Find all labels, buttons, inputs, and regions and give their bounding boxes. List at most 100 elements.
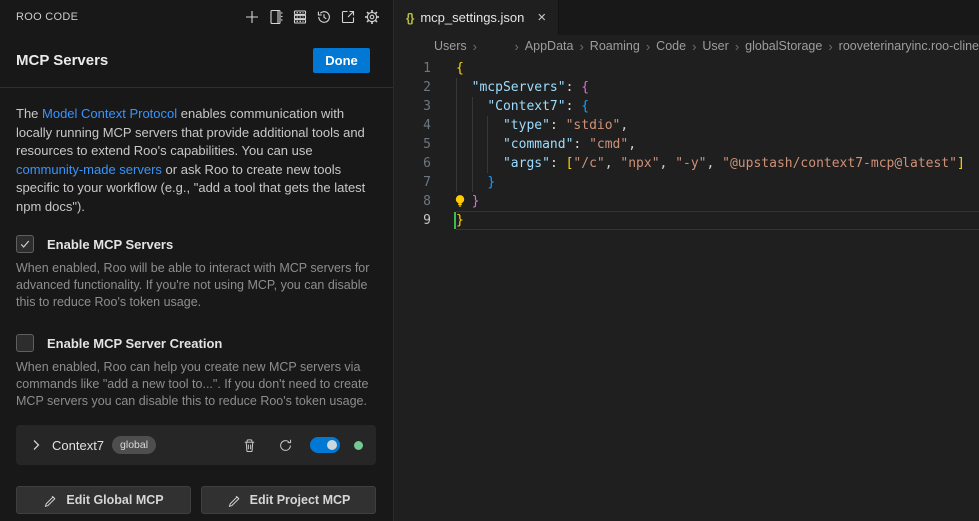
chevron-right-icon[interactable]	[28, 437, 44, 453]
breadcrumb-separator-icon: ›	[646, 39, 650, 54]
code-line[interactable]: 2 "mcpServers": {	[394, 78, 979, 97]
indent-guide	[487, 116, 488, 135]
breadcrumb-item[interactable]: Users	[434, 39, 467, 53]
enable-mcp-creation-label: Enable MCP Server Creation	[47, 336, 222, 351]
breadcrumb-item[interactable]: User	[702, 39, 728, 53]
edit-global-mcp-button[interactable]: Edit Global MCP	[16, 486, 191, 514]
code-token: ,	[628, 137, 636, 152]
enable-mcp-creation-checkbox[interactable]	[16, 334, 34, 352]
code-token	[456, 80, 472, 95]
code-token	[456, 118, 503, 133]
indent-guide	[472, 173, 473, 192]
editor-group: {} mcp_settings.json × Users › › AppData › Ro…	[394, 0, 979, 521]
history-icon[interactable]	[316, 9, 332, 25]
code-token: }	[472, 194, 480, 209]
code-line[interactable]: 1{	[394, 59, 979, 78]
line-number[interactable]: 4	[394, 116, 431, 135]
lightbulb-icon[interactable]	[452, 193, 468, 209]
breadcrumb-item[interactable]: globalStorage	[745, 39, 822, 53]
line-number[interactable]: 5	[394, 135, 431, 154]
edit-project-mcp-button[interactable]: Edit Project MCP	[201, 486, 376, 514]
mcp-servers-icon[interactable]	[292, 9, 308, 25]
code-token: ]	[957, 156, 965, 171]
restart-server-icon[interactable]	[278, 438, 293, 453]
code-token: :	[550, 156, 566, 171]
tab-title: mcp_settings.json	[420, 10, 524, 25]
code-line[interactable]: 3 "Context7": {	[394, 97, 979, 116]
open-external-icon[interactable]	[340, 9, 356, 25]
breadcrumb-item[interactable]: Code	[656, 39, 686, 53]
panel-title: ROO CODE	[16, 11, 78, 23]
enable-mcp-creation-row: Enable MCP Server Creation	[16, 334, 376, 352]
line-number[interactable]: 1	[394, 59, 431, 78]
plus-icon[interactable]	[244, 9, 260, 25]
line-number[interactable]: 3	[394, 97, 431, 116]
description-text: The	[16, 106, 42, 121]
code-token: "npx"	[620, 156, 659, 171]
breadcrumb: Users››AppData›Roaming›Code›User›globalS…	[394, 35, 979, 57]
enable-mcp-servers-checkbox[interactable]	[16, 235, 34, 253]
server-enabled-toggle[interactable]	[310, 437, 340, 453]
code-token: "command"	[503, 137, 573, 152]
roo-code-panel: ROO CODE MCP Servers Done	[0, 0, 394, 521]
indent-guide	[456, 154, 457, 173]
breadcrumb-separator-icon: ›	[828, 39, 832, 54]
indent-guide	[456, 97, 457, 116]
indent-guide	[472, 116, 473, 135]
page-title: MCP Servers	[16, 52, 108, 69]
edit-global-mcp-label: Edit Global MCP	[66, 493, 163, 507]
server-row-context7[interactable]: Context7 global	[16, 425, 376, 465]
code-line[interactable]: 4 "type": "stdio",	[394, 116, 979, 135]
code-line[interactable]: 5 "command": "cmd",	[394, 135, 979, 154]
breadcrumb-item[interactable]: AppData	[525, 39, 574, 53]
code-line[interactable]: 8 }	[394, 192, 979, 211]
code-token: {	[581, 99, 589, 114]
code-token: :	[566, 80, 582, 95]
code-token: "mcpServers"	[472, 80, 566, 95]
line-number[interactable]: 8	[394, 192, 431, 211]
code-editor[interactable]: 1{2 "mcpServers": {3 "Context7": {4 "typ…	[394, 57, 979, 230]
close-tab-icon[interactable]: ×	[537, 9, 546, 26]
code-token: "@upstash/context7-mcp@latest"	[722, 156, 957, 171]
app-window: ROO CODE MCP Servers Done	[0, 0, 979, 521]
code-token: ,	[660, 156, 676, 171]
code-token: {	[456, 61, 464, 76]
community-made-servers-link[interactable]: community-made servers	[16, 162, 162, 177]
notebook-icon[interactable]	[268, 9, 284, 25]
edit-project-mcp-label: Edit Project MCP	[250, 493, 351, 507]
delete-server-icon[interactable]	[242, 438, 257, 453]
breadcrumb-item[interactable]: rooveterinaryinc.roo-cline	[839, 39, 979, 53]
code-token: "cmd"	[589, 137, 628, 152]
mcp-header: MCP Servers Done	[0, 33, 393, 88]
mcp-description: The Model Context Protocol enables commu…	[16, 105, 376, 216]
code-token: :	[566, 99, 582, 114]
code-token: "type"	[503, 118, 550, 133]
done-button[interactable]: Done	[313, 48, 370, 73]
code-token: }	[456, 213, 464, 228]
gear-icon[interactable]	[364, 9, 380, 25]
enable-mcp-creation-description: When enabled, Roo can help you create ne…	[16, 359, 376, 410]
code-token: }	[487, 175, 495, 190]
code-token	[456, 137, 503, 152]
mcp-content: The Model Context Protocol enables commu…	[0, 88, 393, 514]
indent-guide	[472, 135, 473, 154]
model-context-protocol-link[interactable]: Model Context Protocol	[42, 106, 177, 121]
tab-bar: {} mcp_settings.json ×	[394, 0, 979, 35]
breadcrumb-separator-icon: ›	[579, 39, 583, 54]
line-number[interactable]: 6	[394, 154, 431, 173]
tab-mcp-settings-json[interactable]: {} mcp_settings.json ×	[394, 0, 559, 35]
pencil-icon	[227, 493, 241, 507]
line-number[interactable]: 9	[394, 211, 431, 230]
code-line[interactable]: 9}	[394, 211, 979, 230]
code-token: "stdio"	[566, 118, 621, 133]
line-number[interactable]: 7	[394, 173, 431, 192]
code-token: :	[550, 118, 566, 133]
breadcrumb-separator-icon: ›	[473, 39, 477, 54]
code-line[interactable]: 7 }	[394, 173, 979, 192]
indent-guide	[456, 135, 457, 154]
code-line[interactable]: 6 "args": ["/c", "npx", "-y", "@upstash/…	[394, 154, 979, 173]
line-number[interactable]: 2	[394, 78, 431, 97]
breadcrumb-item[interactable]: Roaming	[590, 39, 640, 53]
enable-mcp-servers-description: When enabled, Roo will be able to intera…	[16, 260, 376, 311]
breadcrumb-separator-icon: ›	[692, 39, 696, 54]
